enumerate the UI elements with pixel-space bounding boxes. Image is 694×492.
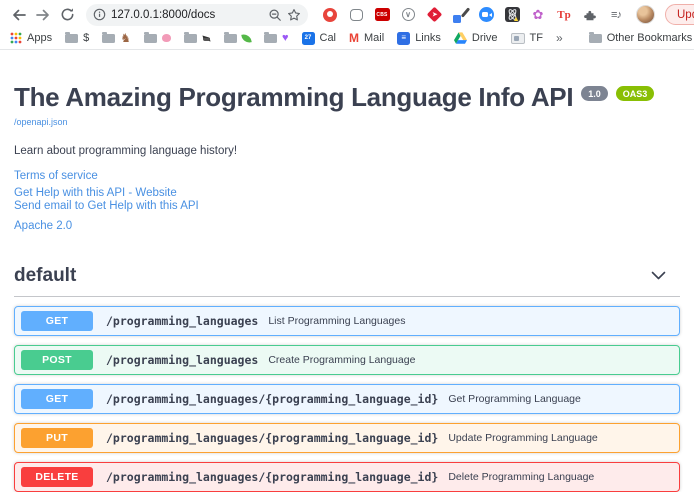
contact-email-link[interactable]: Send email to Get Help with this API bbox=[14, 200, 680, 214]
bookmark-folder-dollar[interactable]: $ bbox=[65, 32, 89, 44]
bookmark-folder-leaf[interactable] bbox=[224, 34, 251, 43]
confetti-flower-extension-icon[interactable]: ✿ bbox=[530, 7, 546, 23]
pocket-extension-icon[interactable]: ∨ bbox=[400, 7, 416, 23]
oas3-badge: OAS3 bbox=[616, 86, 655, 101]
brain-emoji-icon bbox=[162, 34, 171, 42]
graduation-cap-emoji-icon bbox=[202, 34, 211, 43]
endpoint-summary: Update Programming Language bbox=[448, 432, 597, 444]
contact-website-link[interactable]: Get Help with this API - Website bbox=[14, 187, 680, 201]
tf-icon bbox=[511, 33, 525, 44]
method-badge: GET bbox=[21, 311, 93, 331]
media-playlist-extension-icon[interactable]: ≡♪ bbox=[608, 7, 624, 23]
update-label: Update bbox=[677, 9, 694, 21]
address-bar[interactable]: 127.0.0.1:8000/docs bbox=[86, 4, 308, 26]
browser-toolbar: 127.0.0.1:8000/docs CBS ∨ ➤ ▲ ✿ Tp ≡♪ Up… bbox=[0, 0, 694, 29]
openapi-spec-link[interactable]: /openapi.json bbox=[14, 117, 68, 127]
bookmark-cal[interactable]: 27Cal bbox=[302, 32, 337, 45]
bookmark-folder-purple-heart[interactable]: ♥ bbox=[264, 33, 289, 44]
bookmarks-overflow-chevron[interactable]: » bbox=[556, 31, 563, 45]
endpoint-row-get-language[interactable]: GET /programming_languages/{programming_… bbox=[14, 384, 680, 414]
endpoint-path: /programming_languages/{programming_lang… bbox=[106, 470, 438, 484]
bookmark-drive[interactable]: Drive bbox=[454, 32, 498, 44]
endpoint-summary: Get Programming Language bbox=[448, 393, 581, 405]
links-app-icon: ≡ bbox=[397, 32, 410, 45]
method-badge: DELETE bbox=[21, 467, 93, 487]
extension-tray: CBS ∨ ➤ ▲ ✿ Tp ≡♪ bbox=[322, 7, 624, 23]
terms-of-service-link[interactable]: Terms of service bbox=[14, 170, 680, 182]
section-title: default bbox=[14, 265, 76, 287]
endpoint-row-create-language[interactable]: POST /programming_languages Create Progr… bbox=[14, 345, 680, 375]
folder-icon bbox=[589, 34, 602, 43]
bookmark-mail[interactable]: MMail bbox=[349, 32, 384, 44]
bookmark-links[interactable]: ≡Links bbox=[397, 32, 441, 45]
method-badge: PUT bbox=[21, 428, 93, 448]
endpoint-path: /programming_languages/{programming_lang… bbox=[106, 392, 438, 406]
bookmarks-bar: Apps $ ♞ ♥ 27Cal MMail ≡Links Drive TF »… bbox=[0, 29, 694, 50]
folder-icon bbox=[184, 34, 197, 43]
chrome-update-button[interactable]: Update ⋮ bbox=[665, 4, 694, 25]
apps-grid-icon bbox=[10, 32, 22, 44]
teleparty-extension-icon[interactable]: Tp bbox=[556, 7, 572, 23]
swagger-page: The Amazing Programming Language Info AP… bbox=[0, 50, 694, 492]
folder-icon bbox=[264, 34, 277, 43]
endpoint-path: /programming_languages/{programming_lang… bbox=[106, 431, 438, 445]
folder-icon bbox=[144, 34, 157, 43]
purple-heart-emoji-icon: ♥ bbox=[282, 33, 289, 44]
endpoint-summary: Create Programming Language bbox=[268, 354, 415, 366]
site-info-icon[interactable] bbox=[93, 8, 106, 21]
method-badge: GET bbox=[21, 389, 93, 409]
folder-icon bbox=[224, 34, 237, 43]
bookmark-folder-horse[interactable]: ♞ bbox=[102, 32, 131, 44]
reload-button[interactable] bbox=[56, 4, 78, 26]
chevron-down-icon[interactable] bbox=[651, 271, 666, 280]
bookmark-star-icon[interactable] bbox=[287, 8, 301, 22]
chat-bubble-extension-icon[interactable] bbox=[348, 7, 364, 23]
endpoint-row-delete-language[interactable]: DELETE /programming_languages/{programmi… bbox=[14, 462, 680, 492]
puzzle-extensions-icon[interactable] bbox=[582, 7, 598, 23]
endpoint-row-update-language[interactable]: PUT /programming_languages/{programming_… bbox=[14, 423, 680, 453]
default-section-header[interactable]: default bbox=[14, 265, 680, 297]
back-button[interactable] bbox=[8, 4, 30, 26]
bookmark-folder-graduation[interactable] bbox=[184, 34, 211, 43]
bookmark-tf[interactable]: TF bbox=[511, 32, 543, 44]
bookmark-folder-brain[interactable] bbox=[144, 34, 171, 43]
horse-emoji-icon: ♞ bbox=[120, 32, 131, 44]
gmail-icon: M bbox=[349, 32, 359, 44]
leaf-emoji-icon bbox=[241, 33, 251, 43]
forward-button[interactable] bbox=[32, 4, 54, 26]
api-description: Learn about programming language history… bbox=[14, 145, 680, 157]
endpoint-summary: Delete Programming Language bbox=[448, 471, 594, 483]
folder-icon bbox=[102, 34, 115, 43]
endpoint-path: /programming_languages bbox=[106, 353, 258, 367]
google-drive-icon bbox=[454, 32, 467, 44]
atom-warning-extension-icon[interactable]: ▲ bbox=[504, 7, 520, 23]
calendar-icon: 27 bbox=[302, 32, 315, 45]
dollar-sign-icon: $ bbox=[83, 32, 89, 44]
endpoint-path: /programming_languages bbox=[106, 314, 258, 328]
endpoint-summary: List Programming Languages bbox=[268, 315, 405, 327]
url-text: 127.0.0.1:8000/docs bbox=[111, 9, 263, 21]
other-bookmarks[interactable]: Other Bookmarks bbox=[589, 32, 693, 44]
page-title: The Amazing Programming Language Info AP… bbox=[14, 83, 573, 112]
cbs-extension-icon[interactable]: CBS bbox=[374, 7, 390, 23]
folder-icon bbox=[65, 34, 78, 43]
version-badge: 1.0 bbox=[581, 86, 608, 101]
profile-avatar[interactable] bbox=[636, 5, 655, 24]
colorzilla-eyedropper-extension-icon[interactable] bbox=[452, 7, 468, 23]
license-link[interactable]: Apache 2.0 bbox=[14, 220, 680, 232]
endpoint-row-list-languages[interactable]: GET /programming_languages List Programm… bbox=[14, 306, 680, 336]
sidekick-diamond-extension-icon[interactable]: ➤ bbox=[426, 7, 442, 23]
blocker-extension-icon[interactable] bbox=[322, 7, 338, 23]
zoom-out-icon[interactable] bbox=[268, 8, 282, 22]
method-badge: POST bbox=[21, 350, 93, 370]
apps-shortcut[interactable]: Apps bbox=[10, 32, 52, 44]
zoom-camera-extension-icon[interactable] bbox=[478, 7, 494, 23]
